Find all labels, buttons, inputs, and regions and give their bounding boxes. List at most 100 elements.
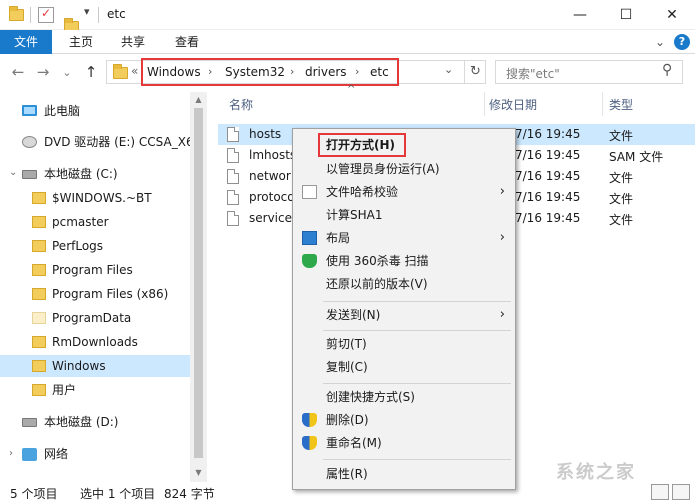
ribbon-expand-icon[interactable]: ⌄ [652,30,668,54]
folder-icon [113,64,128,79]
file-icon [227,211,239,226]
collapse-icon[interactable]: ⌄ [9,162,17,184]
sidebar-folder[interactable]: $WINDOWS.~BT [0,187,190,209]
sidebar-folder[interactable]: Program Files (x86) [0,283,190,305]
column-divider[interactable] [484,92,485,116]
menu-separator [323,459,511,460]
column-divider[interactable] [602,92,603,116]
menu-item-360-scan[interactable]: 使用 360杀毒 扫描 [293,250,515,272]
folder-icon [32,216,46,228]
menu-item-label: 重命名(M) [326,436,382,450]
menu-item-label: 文件哈希校验 [326,185,399,199]
sidebar-folder[interactable]: Program Files [0,259,190,281]
file-date: 7/16 19:45 [515,169,581,183]
sidebar-folder[interactable]: RmDownloads [0,331,190,353]
menu-item-copy[interactable]: 复制(C) [293,356,515,378]
menu-item-sha1[interactable]: 计算SHA1 [293,204,515,226]
menu-item-label: 发送到(N) [326,308,381,322]
divider [30,7,31,23]
tab-home[interactable]: 主页 [60,30,102,54]
uac-shield-icon [302,413,317,427]
status-size: 824 字节 [164,487,215,501]
folder-icon [32,384,46,396]
sidebar-item-label: Program Files (x86) [52,287,169,301]
scroll-up-icon[interactable]: ▲ [193,95,204,104]
details-view-icon[interactable] [651,484,669,500]
file-type: 文件 [609,192,634,206]
sidebar-folder[interactable]: PerfLogs [0,235,190,257]
menu-separator [323,301,511,302]
window-title: etc [107,7,126,21]
column-header-type[interactable]: 类型 [609,96,633,113]
sidebar-item-label: 用户 [52,383,77,397]
layout-icon [302,231,317,245]
sidebar-item-label: RmDownloads [52,335,138,349]
sidebar-item-dvd[interactable]: DVD 驱动器 (E:) CCSA_X64 [0,131,190,153]
file-icon [227,148,239,163]
menu-item-delete[interactable]: 删除(D) [293,409,515,431]
menu-item-label: 属性(R) [326,467,368,481]
folder-icon [32,264,46,276]
menu-item-layout[interactable]: 布局 › [293,227,515,249]
file-name: services [249,211,299,225]
sidebar-item-label: PerfLogs [52,239,104,253]
large-icons-view-icon[interactable] [672,484,690,500]
hard-drive-icon [22,170,37,179]
sidebar-folder[interactable]: 用户 [0,379,190,401]
search-placeholder: 搜索"etc" [506,67,560,81]
search-icon[interactable]: ⚲ [662,62,672,78]
address-history-icon[interactable]: ⌄ [444,63,453,76]
sidebar-item-label: 网络 [44,447,69,461]
properties-qa-icon[interactable]: ✓ [38,6,54,23]
refresh-button[interactable]: ↻ [464,60,486,84]
expand-icon[interactable]: › [9,443,13,465]
tab-view[interactable]: 查看 [166,30,208,54]
scrollbar-thumb[interactable] [194,108,203,458]
sidebar-item-network[interactable]: › 网络 [0,443,190,465]
file-date: 7/16 19:45 [515,211,581,225]
maximize-button[interactable]: ☐ [603,0,649,30]
column-header-name[interactable]: 名称 [229,96,253,113]
sidebar-scrollbar[interactable]: ▲ ▼ [190,92,207,482]
computer-icon [22,105,37,116]
status-selected: 选中 1 个项目 [80,487,156,501]
sidebar-item-drive-c[interactable]: ⌄ 本地磁盘 (C:) [0,163,190,185]
menu-item-label: 计算SHA1 [326,208,383,222]
tab-file[interactable]: 文件 [0,30,52,54]
menu-item-create-shortcut[interactable]: 创建快捷方式(S) [293,386,515,408]
forward-button[interactable]: → [33,62,53,82]
breadcrumb-highlight-box [141,58,399,86]
menu-item-send-to[interactable]: 发送到(N) › [293,304,515,326]
menu-item-properties[interactable]: 属性(R) [293,463,515,485]
sidebar-folder[interactable]: ProgramData [0,307,190,329]
sidebar-folder[interactable]: pcmaster [0,211,190,233]
uac-shield-icon [302,436,317,450]
ribbon-tabs: 文件 主页 共享 查看 ⌄ ? [0,30,695,54]
breadcrumb-overflow-icon[interactable]: « [131,64,138,78]
help-icon[interactable]: ? [674,34,690,50]
sidebar-item-label: 本地磁盘 (D:) [44,415,119,429]
sidebar-folder-selected[interactable]: Windows [0,355,190,377]
sidebar-item-drive-d[interactable]: 本地磁盘 (D:) [0,411,190,433]
up-button[interactable]: ↑ [81,62,101,82]
back-button[interactable]: ← [8,62,28,82]
menu-item-restore-versions[interactable]: 还原以前的版本(V) [293,273,515,295]
recent-locations-button[interactable]: ⌄ [57,62,77,82]
tab-share[interactable]: 共享 [112,30,154,54]
minimize-button[interactable]: — [557,0,603,30]
sidebar-item-label: pcmaster [52,215,109,229]
menu-item-label: 还原以前的版本(V) [326,277,428,291]
column-header-date[interactable]: 修改日期 [489,96,537,113]
menu-item-cut[interactable]: 剪切(T) [293,333,515,355]
menu-item-file-hash[interactable]: 文件哈希校验 › [293,181,515,203]
customize-qa-dropdown-icon[interactable]: ▾ [84,5,90,21]
menu-separator [323,330,511,331]
folder-icon [32,288,46,300]
menu-item-rename[interactable]: 重命名(M) [293,432,515,454]
sidebar-item-this-pc[interactable]: 此电脑 [0,100,190,122]
scroll-down-icon[interactable]: ▼ [193,468,204,477]
file-type: SAM 文件 [609,150,664,164]
menu-item-run-as-admin[interactable]: 以管理员身份运行(A) [293,158,515,180]
navigation-pane: 此电脑 DVD 驱动器 (E:) CCSA_X64 ⌄ 本地磁盘 (C:) $W… [0,92,190,482]
close-button[interactable]: ✕ [649,0,695,30]
